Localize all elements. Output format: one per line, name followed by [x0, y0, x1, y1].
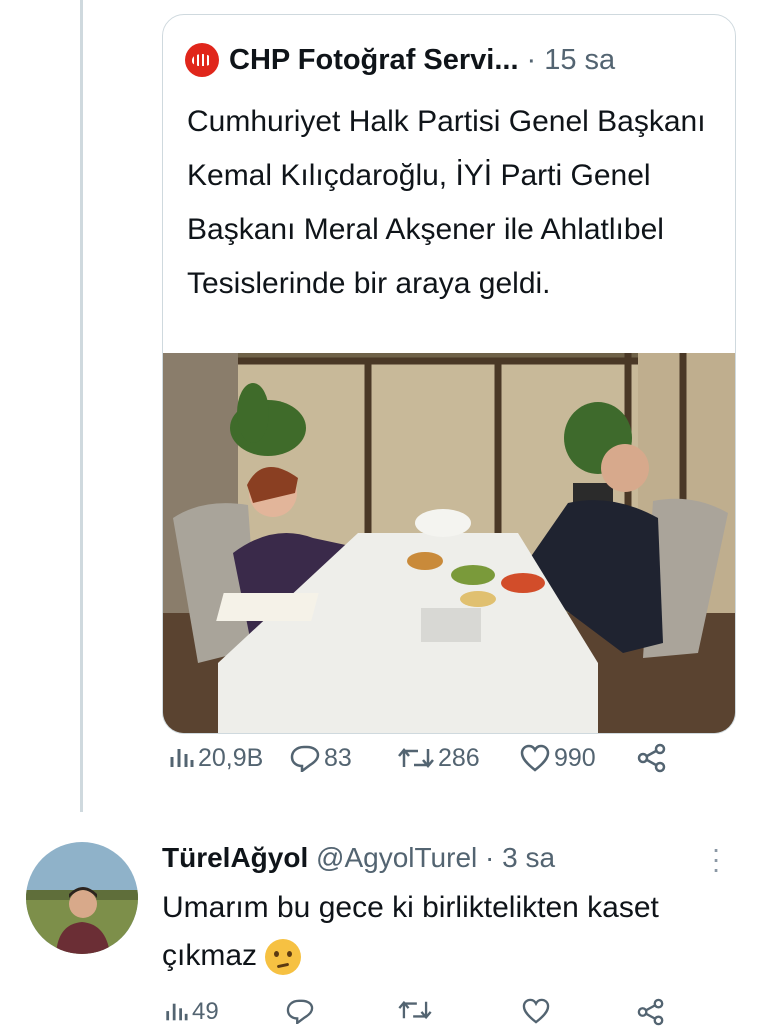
reply-tweet[interactable]: TürelAğyol @AgyolTurel · 3 sa · · · Umarım…	[0, 820, 759, 1026]
like-count: 990	[554, 743, 596, 772]
heart-icon	[520, 744, 550, 772]
reply-button[interactable]: 83	[290, 744, 352, 773]
reply-icon	[286, 999, 314, 1024]
retweet-icon	[398, 748, 434, 768]
reply-views-button[interactable]: 49	[164, 998, 219, 1026]
reply-like-button[interactable]	[522, 998, 554, 1024]
person-right-head	[601, 444, 649, 492]
share-button[interactable]	[636, 743, 672, 773]
reply-text-content: Umarım bu gece ki birliktelikten kaset ç…	[162, 891, 659, 972]
reply-author-name[interactable]: TürelAğyol	[162, 842, 308, 873]
heart-icon	[522, 998, 550, 1024]
views-button[interactable]: 20,9B	[168, 744, 263, 773]
reply-retweet-button[interactable]	[398, 998, 436, 1022]
share-icon	[637, 743, 666, 773]
reply-icon	[290, 745, 320, 772]
separator-dot: ·	[485, 842, 495, 873]
reply-views-count: 49	[192, 998, 219, 1025]
thread-connector-line	[80, 0, 83, 812]
avatar[interactable]	[26, 842, 138, 954]
quoted-author-name[interactable]: CHP Fotoğraf Servi...	[229, 44, 519, 77]
views-icon	[170, 749, 194, 767]
retweet-icon	[398, 1000, 432, 1020]
views-icon	[166, 1003, 188, 1021]
quoted-timestamp[interactable]: 15 sa	[544, 44, 615, 77]
reply-header: TürelAğyol @AgyolTurel · 3 sa	[162, 842, 555, 874]
views-count: 20,9B	[198, 743, 264, 772]
retweet-count: 286	[438, 743, 480, 772]
tweet-photo[interactable]	[163, 353, 735, 733]
reply-reply-button[interactable]	[286, 998, 318, 1024]
quoted-tweet-card[interactable]: CHP Fotoğraf Servi... · 15 sa Cumhuriyet…	[162, 14, 736, 734]
share-icon	[637, 998, 664, 1026]
quoted-tweet-text: Cumhuriyet Halk Partisi Genel Başkanı Ke…	[187, 105, 706, 300]
chp-logo-icon[interactable]	[185, 43, 219, 77]
quoted-tweet-header: CHP Fotoğraf Servi... · 15 sa	[185, 43, 615, 77]
reply-count: 83	[324, 743, 352, 772]
reply-text: Umarım bu gece ki birliktelikten kaset ç…	[162, 884, 722, 980]
separator-dot: ·	[526, 43, 537, 76]
retweet-button[interactable]: 286	[398, 744, 480, 773]
reply-author-handle[interactable]: @AgyolTurel	[316, 842, 477, 873]
like-button[interactable]: 990	[520, 744, 596, 773]
reply-share-button[interactable]	[636, 998, 670, 1026]
more-options-icon[interactable]: · · ·	[706, 835, 726, 883]
thinking-face-icon	[265, 939, 302, 976]
reply-timestamp[interactable]: 3 sa	[502, 842, 555, 873]
